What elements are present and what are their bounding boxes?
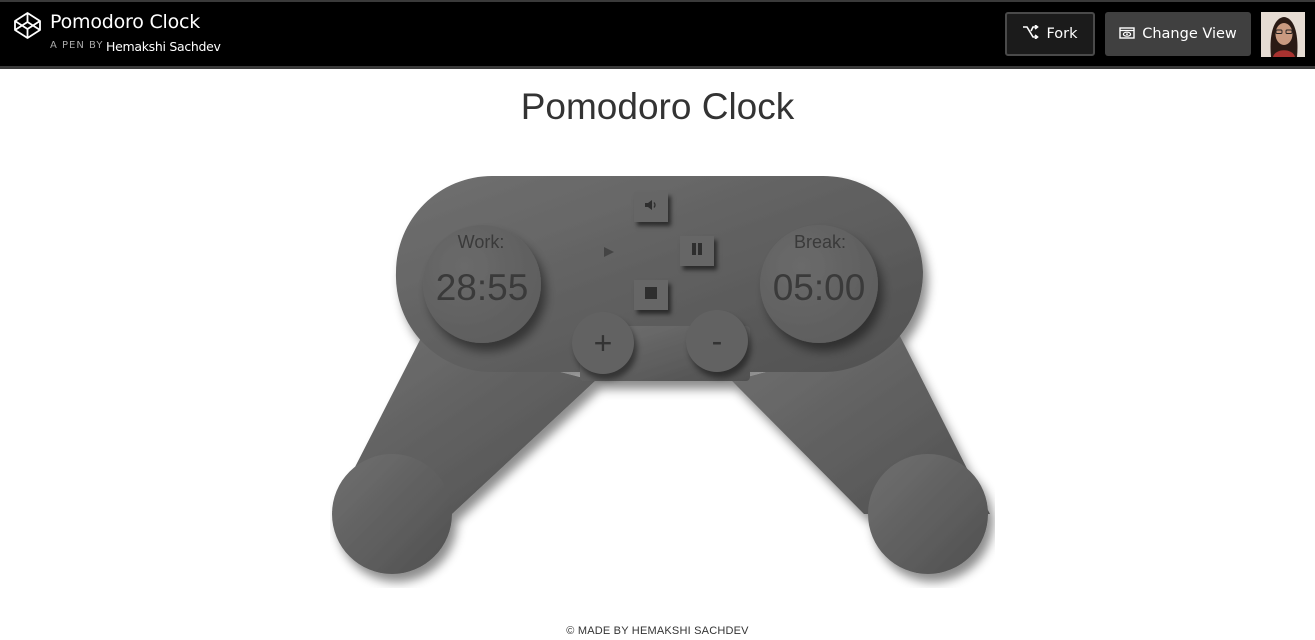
fork-button-label: Fork bbox=[1046, 26, 1078, 42]
page-title: Pomodoro Clock bbox=[520, 86, 795, 127]
pause-button[interactable] bbox=[680, 236, 714, 266]
user-avatar[interactable] bbox=[1261, 12, 1305, 57]
fork-icon bbox=[1022, 24, 1040, 43]
codepen-logo-icon[interactable] bbox=[13, 11, 42, 40]
pen-author-link[interactable]: Hemakshi Sachdev bbox=[106, 39, 221, 54]
pen-title: Pomodoro Clock bbox=[50, 11, 201, 33]
stop-button[interactable] bbox=[634, 280, 668, 310]
change-view-label: Change View bbox=[1142, 26, 1237, 42]
break-label: Break: bbox=[793, 232, 847, 252]
volume-icon bbox=[644, 198, 658, 216]
play-button[interactable] bbox=[598, 243, 620, 265]
stop-icon bbox=[645, 286, 657, 304]
footer-credit: © MADE BY HEMAKSHI SACHDEV bbox=[566, 625, 749, 637]
codepen-header: Pomodoro Clock A PEN BY Hemakshi Sachdev… bbox=[0, 0, 1315, 69]
eye-view-icon bbox=[1119, 26, 1135, 43]
work-label: Work: bbox=[457, 232, 505, 252]
decrease-button[interactable]: - bbox=[686, 310, 748, 372]
pomodoro-controller: Work: 28:55 Break: 05:00 + - bbox=[330, 176, 995, 588]
pause-icon bbox=[691, 242, 703, 260]
break-time-display: 05:00 bbox=[772, 267, 866, 308]
sound-toggle-button[interactable] bbox=[634, 192, 668, 222]
fork-button[interactable]: Fork bbox=[1005, 12, 1095, 56]
work-time-display: 28:55 bbox=[435, 267, 529, 308]
change-view-button[interactable]: Change View bbox=[1105, 12, 1251, 56]
pen-by-label: A PEN BY bbox=[50, 40, 104, 51]
increase-button[interactable]: + bbox=[572, 312, 634, 374]
play-icon bbox=[603, 245, 615, 263]
